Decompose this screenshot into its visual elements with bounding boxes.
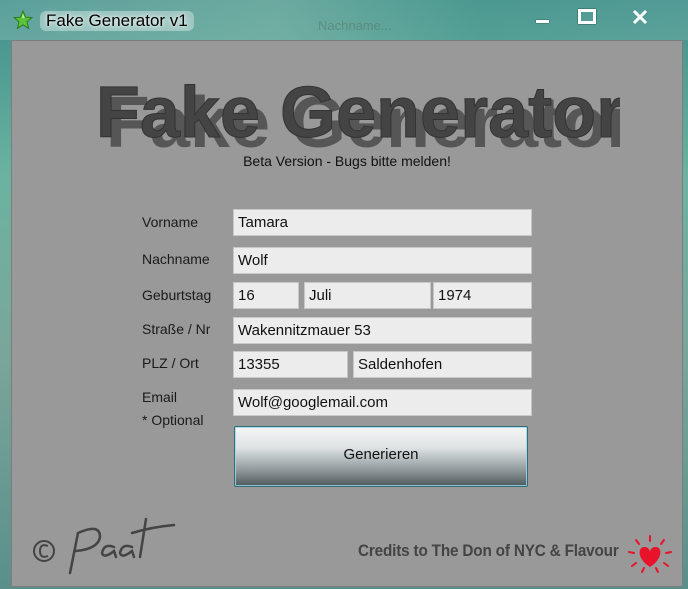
- close-icon: [632, 9, 648, 25]
- minimize-icon: [536, 20, 549, 23]
- strasse-label: Straße / Nr: [142, 321, 211, 337]
- email-field[interactable]: Wolf@googlemail.com: [233, 389, 532, 416]
- heart-icon: [628, 535, 672, 573]
- nachname-label: Nachname: [142, 251, 210, 267]
- nachname-field[interactable]: Wolf: [233, 247, 532, 274]
- title-bar[interactable]: Fake Generator v1 Nachname...: [0, 0, 688, 40]
- credits-text: Credits to The Don of NYC & Flavour: [358, 541, 619, 560]
- logo: Fake Generator Fake Generator: [100, 75, 620, 155]
- subtitle: Beta Version - Bugs bitte melden!: [243, 153, 451, 169]
- plz-ort-label: PLZ / Ort: [142, 355, 199, 371]
- logo-text: Fake Generator: [100, 75, 620, 153]
- background-ghost-text: Nachname...: [318, 18, 392, 33]
- vorname-label: Vorname: [142, 214, 199, 230]
- email-label: Email: [142, 389, 178, 405]
- signature: [33, 517, 176, 575]
- strasse-field[interactable]: Wakennitzmauer 53: [233, 317, 532, 344]
- birthday-month-field[interactable]: Juli: [304, 282, 431, 309]
- maximize-icon: [578, 9, 596, 24]
- window-title: Fake Generator v1: [40, 11, 194, 31]
- minimize-button[interactable]: [522, 4, 562, 30]
- green-star-icon: [13, 10, 33, 30]
- generate-button[interactable]: Generieren: [234, 426, 528, 487]
- client-area: Fake Generator Fake Generator Beta Versi…: [11, 40, 683, 587]
- maximize-button[interactable]: [566, 4, 606, 30]
- email-optional-label: * Optional: [142, 412, 204, 428]
- plz-field[interactable]: 13355: [233, 351, 348, 378]
- vorname-field[interactable]: Tamara: [233, 209, 532, 236]
- birthday-year-field[interactable]: 1974: [433, 282, 532, 309]
- birthday-day-field[interactable]: 16: [233, 282, 299, 309]
- close-button[interactable]: [620, 4, 660, 30]
- ort-field[interactable]: Saldenhofen: [353, 351, 532, 378]
- geburtstag-label: Geburtstag: [142, 287, 212, 303]
